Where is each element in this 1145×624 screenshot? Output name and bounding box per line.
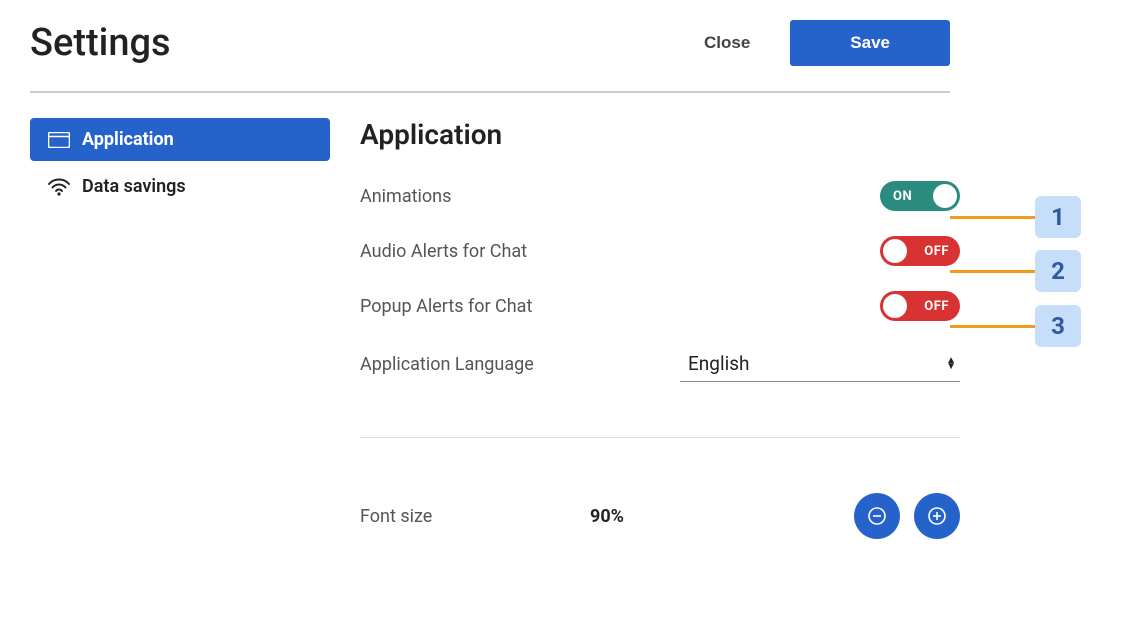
- callout-3: 3: [950, 305, 1081, 347]
- toggle-state-label: OFF: [924, 299, 949, 314]
- font-size-buttons: [854, 493, 960, 539]
- setting-label: Font size: [360, 506, 590, 527]
- sidebar-item-label: Application: [82, 129, 174, 150]
- callout-2: 2: [950, 250, 1081, 292]
- sidebar: Application Data savings: [30, 118, 330, 539]
- callout-line: [950, 325, 1035, 328]
- toggle-knob: [883, 294, 907, 318]
- sidebar-item-application[interactable]: Application: [30, 118, 330, 161]
- setting-row-popup-alerts: Popup Alerts for Chat OFF: [360, 291, 960, 321]
- setting-label: Popup Alerts for Chat: [360, 296, 532, 317]
- callout-line: [950, 216, 1035, 219]
- plus-icon: [927, 506, 947, 526]
- toggle-animations[interactable]: ON: [880, 181, 960, 211]
- toggle-state-label: ON: [893, 189, 912, 204]
- callout-line: [950, 270, 1035, 273]
- window-icon: [48, 131, 70, 149]
- header-actions: Close Save: [704, 20, 950, 66]
- setting-row-audio-alerts: Audio Alerts for Chat OFF: [360, 236, 960, 266]
- callout-1: 1: [950, 196, 1081, 238]
- sidebar-item-data-savings[interactable]: Data savings: [30, 165, 330, 208]
- minus-icon: [867, 506, 887, 526]
- divider: [360, 437, 960, 438]
- language-select[interactable]: English ▲▼: [680, 346, 960, 382]
- setting-label: Application Language: [360, 354, 680, 375]
- select-value: English: [688, 352, 749, 375]
- header: Settings Close Save: [30, 20, 950, 93]
- setting-label: Audio Alerts for Chat: [360, 241, 527, 262]
- wifi-icon: [48, 178, 70, 196]
- setting-row-animations: Animations ON: [360, 181, 960, 211]
- toggle-knob: [883, 239, 907, 263]
- callout-number: 3: [1035, 305, 1081, 347]
- setting-row-language: Application Language English ▲▼: [360, 346, 960, 382]
- toggle-popup-alerts[interactable]: OFF: [880, 291, 960, 321]
- callout-number: 2: [1035, 250, 1081, 292]
- toggle-state-label: OFF: [924, 244, 949, 259]
- save-button[interactable]: Save: [790, 20, 950, 66]
- increase-font-button[interactable]: [914, 493, 960, 539]
- section-heading: Application: [360, 118, 1095, 151]
- toggle-audio-alerts[interactable]: OFF: [880, 236, 960, 266]
- setting-label: Animations: [360, 186, 451, 207]
- updown-icon: ▲▼: [946, 358, 956, 370]
- close-button[interactable]: Close: [704, 33, 750, 53]
- sidebar-item-label: Data savings: [82, 176, 186, 197]
- page-title: Settings: [30, 21, 171, 65]
- setting-row-font-size: Font size 90%: [360, 493, 960, 539]
- decrease-font-button[interactable]: [854, 493, 900, 539]
- callout-number: 1: [1035, 196, 1081, 238]
- font-size-value: 90%: [590, 506, 854, 527]
